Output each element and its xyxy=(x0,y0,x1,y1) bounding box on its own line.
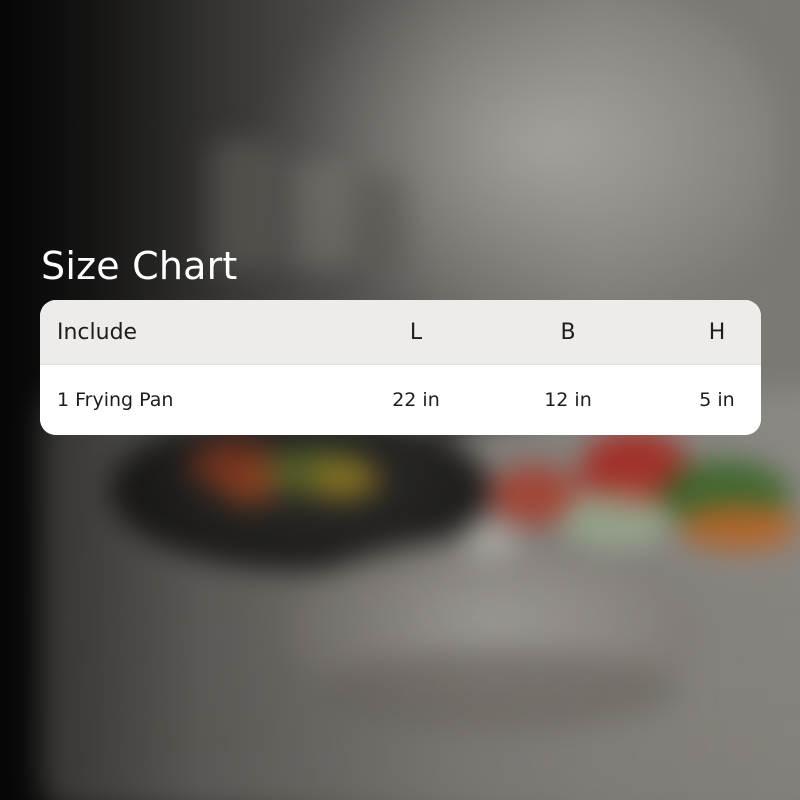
size-chart-title: Size Chart xyxy=(41,244,238,288)
size-table: Include L B H 1 Frying Pan 22 in 12 in 5… xyxy=(40,300,761,435)
header-breadth: B xyxy=(560,319,576,345)
header-include: Include xyxy=(57,319,138,345)
cell-length: 22 in xyxy=(392,389,440,411)
header-height: H xyxy=(708,319,726,345)
cell-breadth: 12 in xyxy=(544,389,592,411)
cell-height: 5 in xyxy=(699,389,735,411)
table-header-row: Include L B H xyxy=(40,300,761,365)
table-row: 1 Frying Pan 22 in 12 in 5 in xyxy=(40,365,761,435)
header-length: L xyxy=(409,319,423,345)
cell-include: 1 Frying Pan xyxy=(57,389,174,411)
